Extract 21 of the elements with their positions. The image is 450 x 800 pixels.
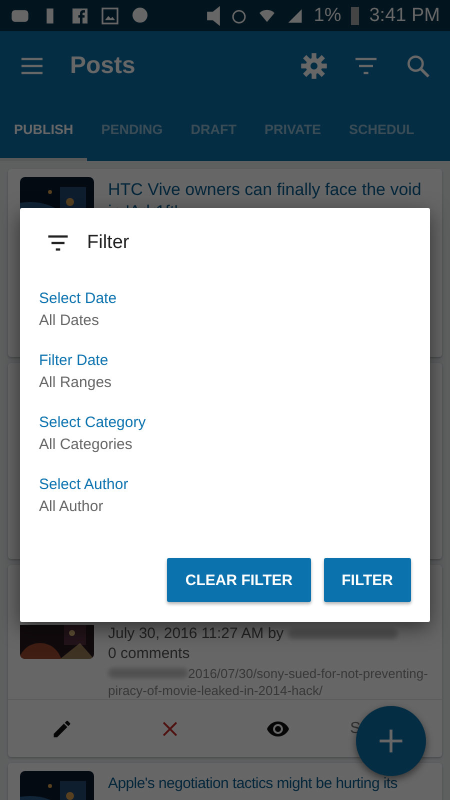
- filter-option[interactable]: Select Author All Author: [39, 476, 128, 515]
- battery-percent: 1%: [314, 4, 342, 26]
- image-icon: [100, 6, 120, 26]
- post-date: July 30, 2016 11:27 AM by: [108, 625, 430, 643]
- settings-icon[interactable]: [300, 52, 328, 80]
- post-title[interactable]: Apple's negotiation tactics might be hurting its: [108, 773, 398, 795]
- battery-icon: [351, 6, 360, 24]
- filter-option[interactable]: Select Category All Categories: [39, 414, 146, 453]
- tab[interactable]: PUBLISH: [0, 101, 88, 161]
- filter-button[interactable]: FILTER: [324, 558, 411, 602]
- pencil-icon: [51, 718, 73, 740]
- dialog-title: Filter: [87, 232, 130, 254]
- clock: 3:41 PM: [369, 4, 440, 26]
- filter-option[interactable]: Select Date All Dates: [39, 290, 117, 329]
- facebook-icon: [70, 6, 90, 26]
- comment-count: 0 comments: [108, 645, 191, 663]
- signal-icon: [286, 6, 304, 24]
- app-title: Posts: [70, 52, 136, 80]
- filter-option[interactable]: Filter Date All Ranges: [39, 352, 112, 391]
- mute-icon: [206, 6, 220, 26]
- clear-filter-button[interactable]: CLEAR FILTER: [167, 558, 311, 602]
